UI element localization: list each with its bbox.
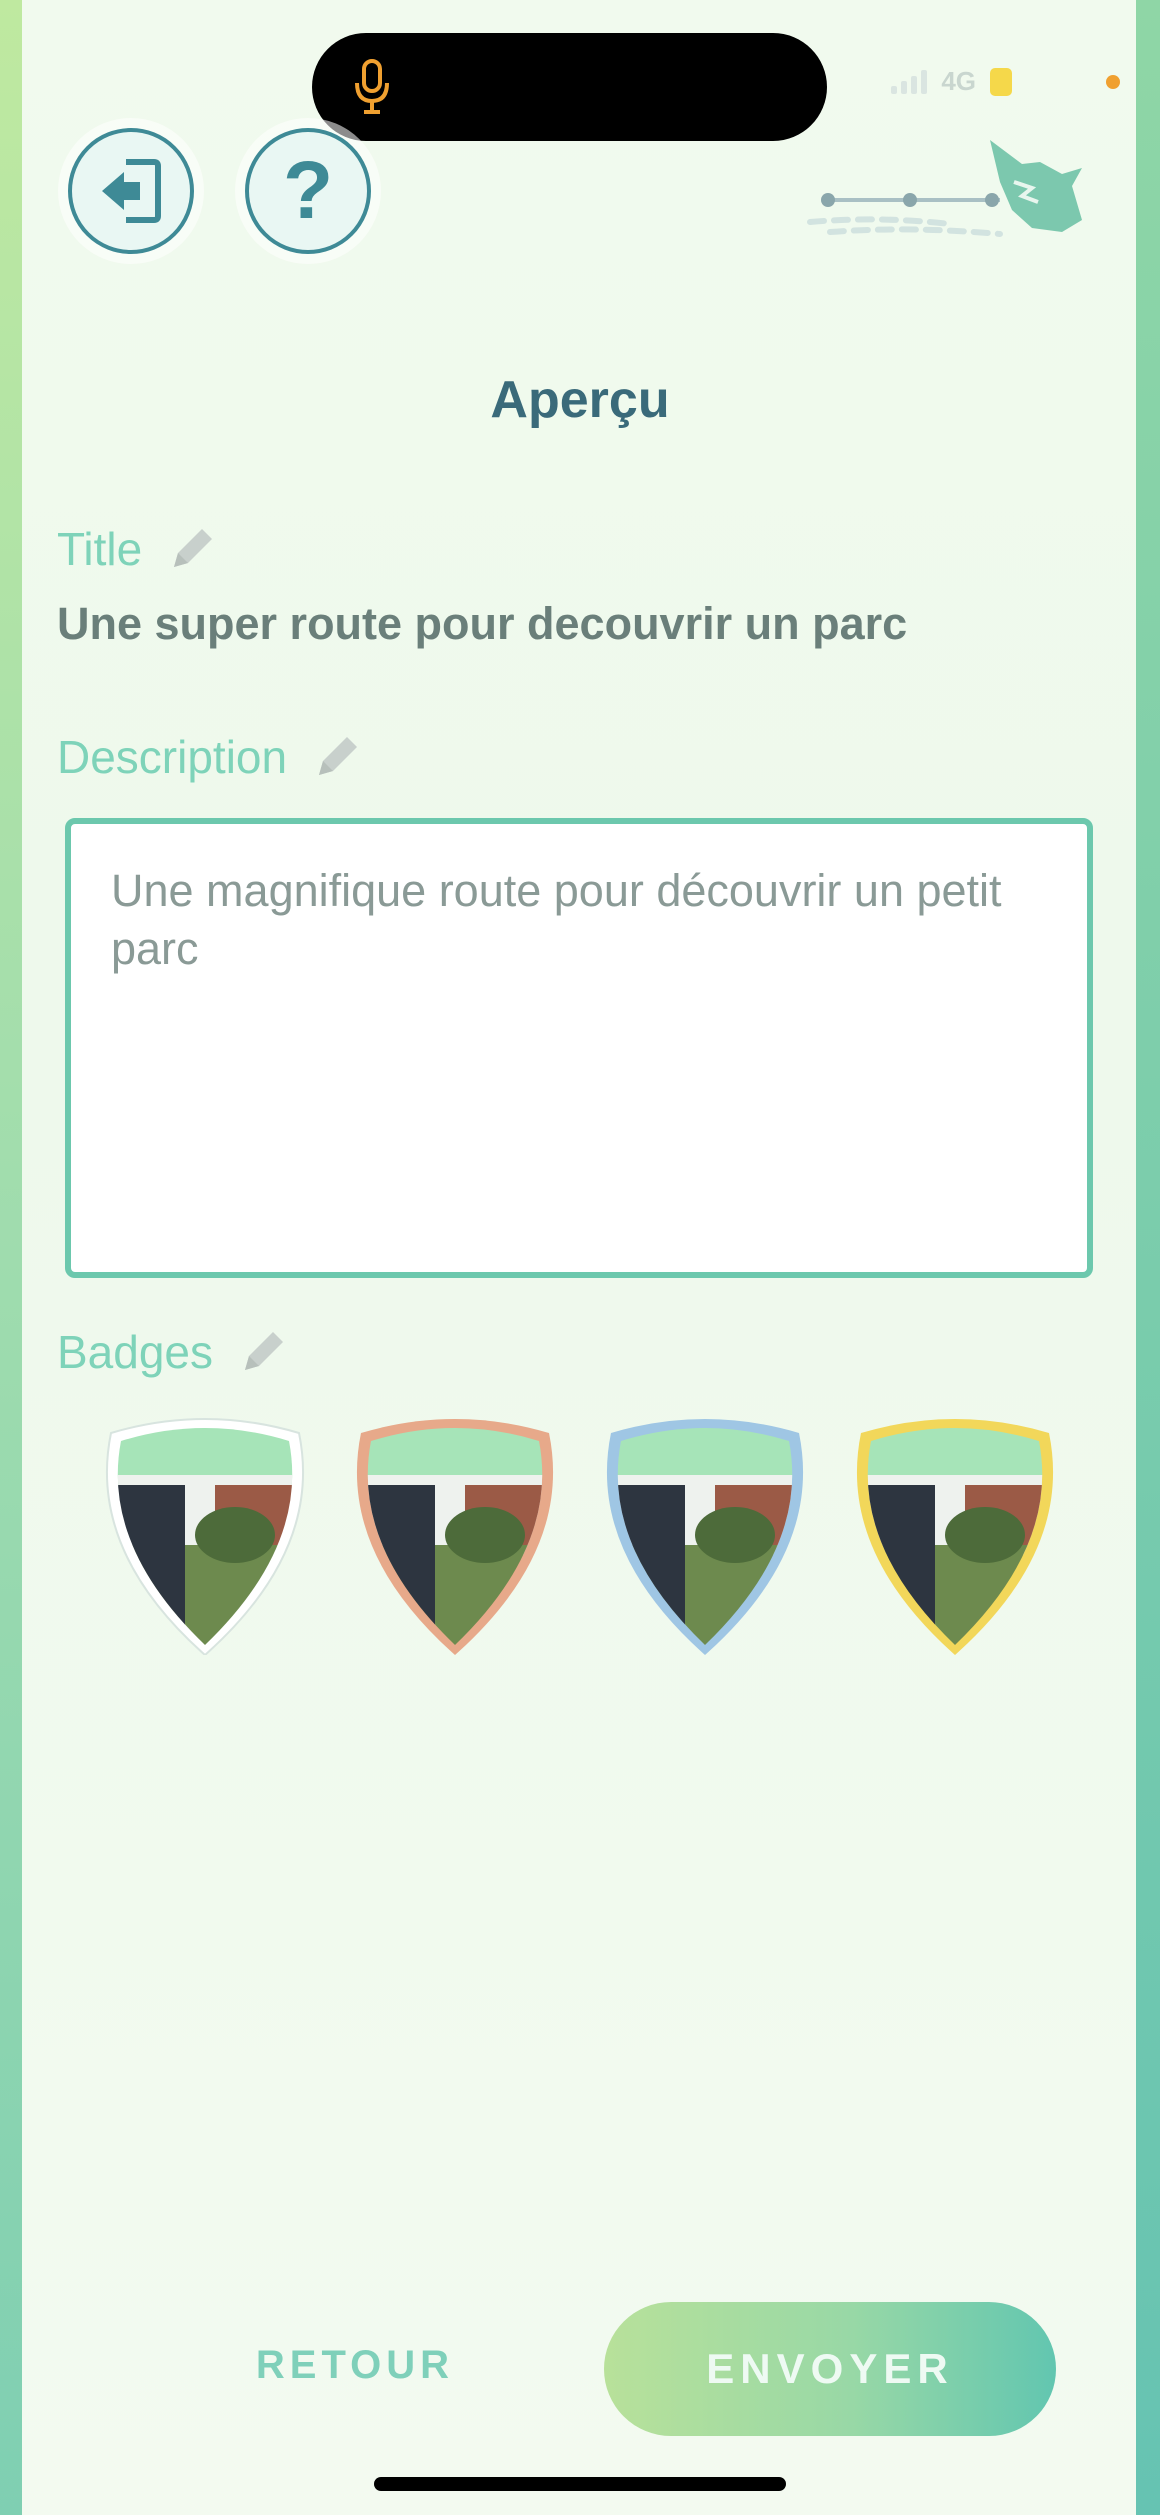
- title-label-text: Title: [57, 523, 143, 575]
- edit-title-pencil-icon[interactable]: [166, 523, 218, 575]
- microphone-icon: [355, 59, 389, 114]
- badge-gold[interactable]: [845, 1415, 1065, 1655]
- home-indicator[interactable]: [374, 2477, 786, 2491]
- status-bar: 4G: [891, 66, 1120, 97]
- dynamic-island: [312, 33, 827, 141]
- page-title: Aperçu: [490, 371, 670, 429]
- title-section-label: Title: [57, 522, 218, 576]
- signal-icon: [891, 69, 928, 94]
- edit-description-pencil-icon[interactable]: [311, 731, 363, 783]
- badges-row: [95, 1415, 1065, 1655]
- badges-label-text: Badges: [57, 1326, 214, 1378]
- pikachu-silhouette-icon: [990, 140, 1082, 232]
- badges-section-label: Badges: [57, 1325, 289, 1379]
- submit-button[interactable]: ENVOYER: [604, 2302, 1056, 2436]
- description-textarea[interactable]: Une magnifique route pour découvrir un p…: [65, 818, 1093, 1278]
- route-title-value[interactable]: Une super route pour decouvrir un parc: [57, 598, 907, 650]
- help-button[interactable]: ?: [245, 128, 371, 254]
- recording-dot-icon: [1106, 74, 1120, 89]
- help-label: ?: [282, 145, 334, 236]
- progress-indicator: [807, 140, 1082, 237]
- description-section-label: Description: [57, 730, 363, 784]
- exit-button[interactable]: [68, 128, 194, 254]
- submit-label: ENVOYER: [706, 2345, 954, 2392]
- badge-silver[interactable]: [595, 1415, 815, 1655]
- description-label-text: Description: [57, 731, 288, 783]
- edit-badges-pencil-icon[interactable]: [237, 1326, 289, 1378]
- exit-door-arrow-icon: [102, 159, 161, 223]
- badge-white[interactable]: [95, 1415, 315, 1655]
- badge-bronze[interactable]: [345, 1415, 565, 1655]
- back-button[interactable]: RETOUR: [220, 2330, 490, 2400]
- battery-icon: [990, 67, 1012, 96]
- network-label: 4G: [941, 66, 976, 96]
